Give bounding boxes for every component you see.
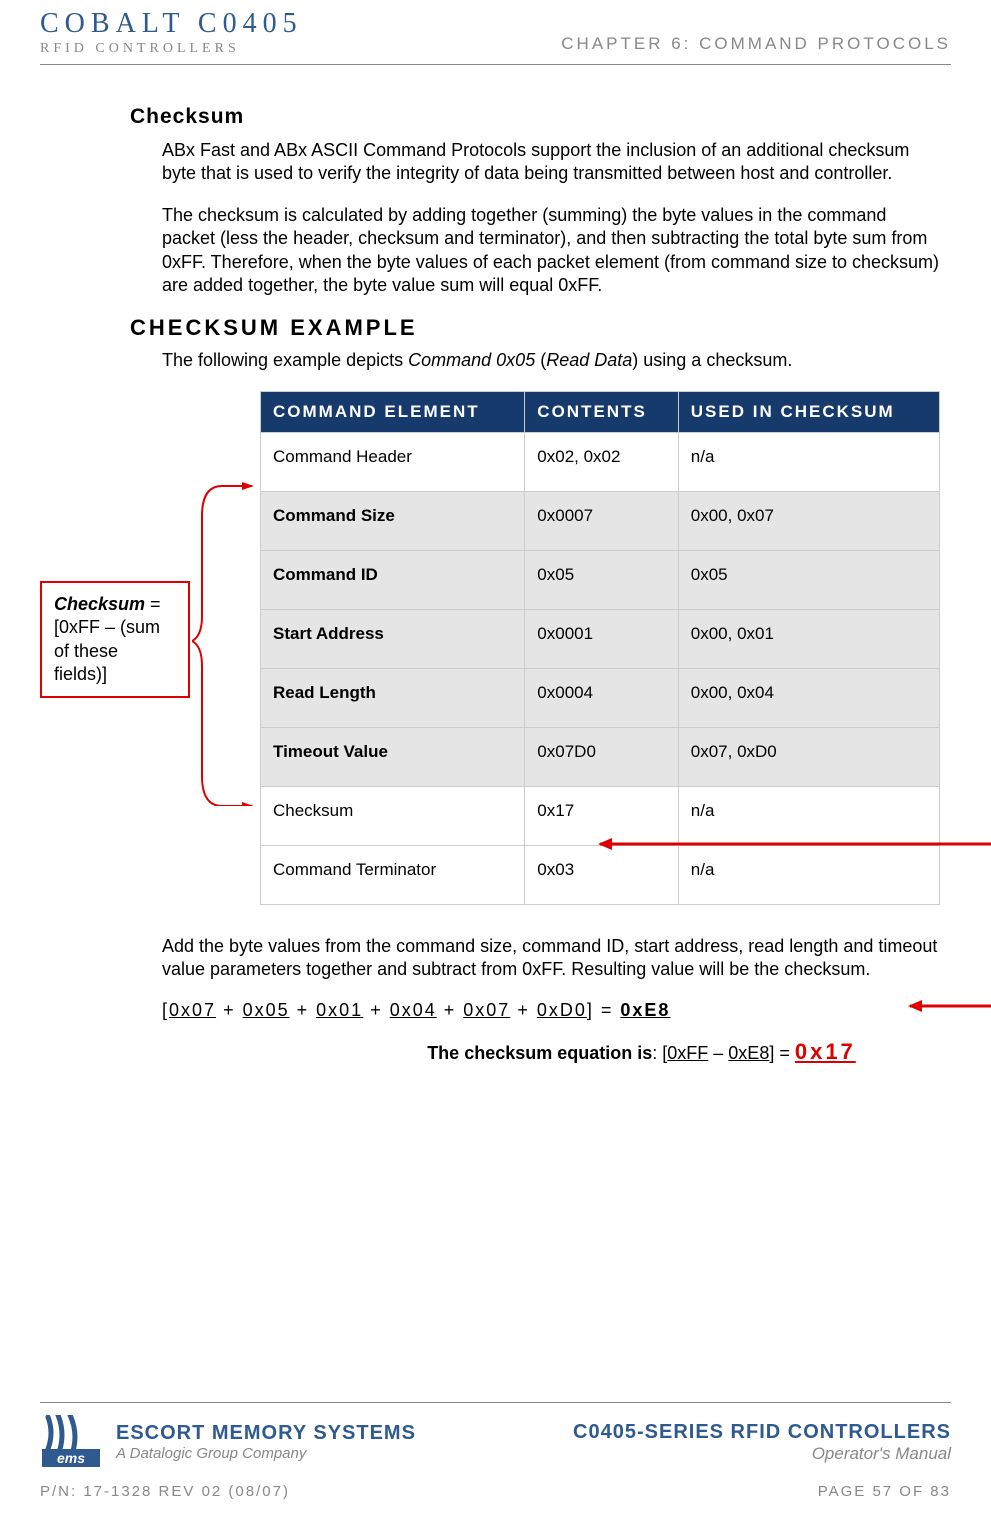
example-intro: The following example depicts Command 0x… bbox=[162, 349, 941, 372]
table-area: Checksum = [0xFF – (sum of these fields)… bbox=[130, 391, 941, 905]
col-header-contents: CONTENTS bbox=[525, 391, 678, 432]
section-heading: Checksum bbox=[130, 105, 941, 129]
table-row: Command Size 0x0007 0x00, 0x07 bbox=[261, 491, 940, 550]
svg-text:ems: ems bbox=[57, 1450, 85, 1466]
intro-paragraph-1: ABx Fast and ABx ASCII Command Protocols… bbox=[162, 139, 941, 186]
col-header-element: COMMAND ELEMENT bbox=[261, 391, 525, 432]
ems-subtitle: A Datalogic Group Company bbox=[116, 1445, 416, 1463]
footer-left: ems ESCORT MEMORY SYSTEMS A Datalogic Gr… bbox=[40, 1415, 416, 1469]
command-table: COMMAND ELEMENT CONTENTS USED IN CHECKSU… bbox=[260, 391, 940, 905]
chapter-label: CHAPTER 6: COMMAND PROTOCOLS bbox=[561, 34, 951, 54]
product-logo: COBALT C0405 RFID CONTROLLERS bbox=[40, 10, 303, 56]
table-row: Command ID 0x05 0x05 bbox=[261, 550, 940, 609]
example-heading: CHECKSUM EXAMPLE bbox=[130, 315, 941, 341]
bracket-icon bbox=[192, 476, 262, 806]
page-number: PAGE 57 OF 83 bbox=[818, 1483, 951, 1500]
table-row: Timeout Value 0x07D0 0x07, 0xD0 bbox=[261, 727, 940, 786]
col-header-used: USED IN CHECKSUM bbox=[678, 391, 939, 432]
page-footer: ems ESCORT MEMORY SYSTEMS A Datalogic Gr… bbox=[40, 1402, 951, 1500]
main-content: Checksum ABx Fast and ABx ASCII Command … bbox=[40, 105, 951, 1065]
intro-paragraph-2: The checksum is calculated by adding tog… bbox=[162, 204, 941, 298]
logo-line1: COBALT C0405 bbox=[40, 10, 303, 38]
footer-right: C0405-SERIES RFID CONTROLLERS Operator's… bbox=[573, 1421, 951, 1464]
table-row: Read Length 0x0004 0x00, 0x04 bbox=[261, 668, 940, 727]
table-row: Checksum 0x17 n/a bbox=[261, 786, 940, 845]
checksum-callout: Checksum = [0xFF – (sum of these fields)… bbox=[40, 581, 190, 699]
logo-line2: RFID CONTROLLERS bbox=[40, 42, 303, 56]
table-row: Start Address 0x0001 0x00, 0x01 bbox=[261, 609, 940, 668]
ems-logo-icon: ems bbox=[40, 1415, 102, 1469]
manual-subtitle: Operator's Manual bbox=[573, 1444, 951, 1464]
part-number: P/N: 17-1328 REV 02 (08/07) bbox=[40, 1483, 290, 1500]
table-row: Command Terminator 0x03 n/a bbox=[261, 845, 940, 904]
ems-title: ESCORT MEMORY SYSTEMS bbox=[116, 1421, 416, 1445]
post-table-paragraph: Add the byte values from the command siz… bbox=[162, 935, 941, 982]
page-header: COBALT C0405 RFID CONTROLLERS CHAPTER 6:… bbox=[40, 10, 951, 65]
controller-title: C0405-SERIES RFID CONTROLLERS bbox=[573, 1421, 951, 1444]
sum-equation: [0x07 + 0x05 + 0x01 + 0x04 + 0x07 + 0xD0… bbox=[162, 1000, 941, 1021]
table-row: Command Header 0x02, 0x02 n/a bbox=[261, 432, 940, 491]
checksum-equation: The checksum equation is: [0xFF – 0xE8] … bbox=[162, 1039, 941, 1065]
